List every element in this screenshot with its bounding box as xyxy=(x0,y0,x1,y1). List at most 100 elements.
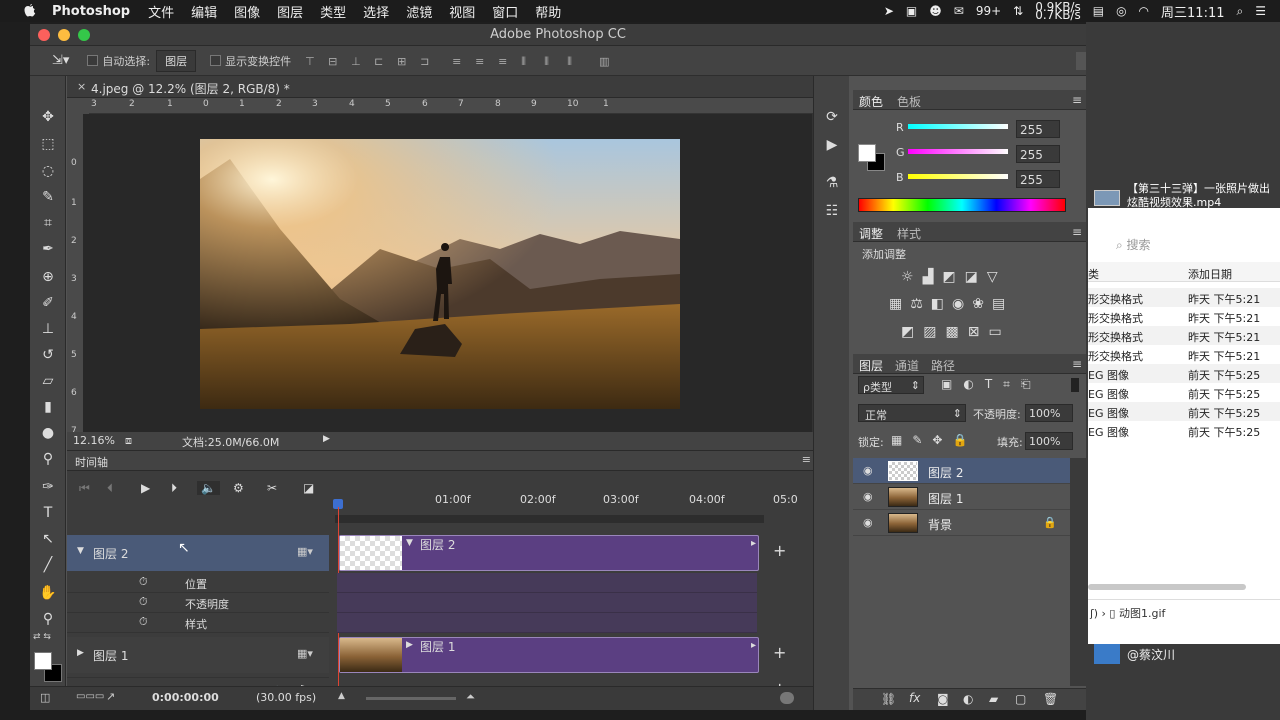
tab-color[interactable]: 颜色 xyxy=(859,93,883,110)
eye-icon[interactable]: ◉ xyxy=(863,516,876,529)
layer-name[interactable]: 背景 xyxy=(928,516,952,533)
transfer-icon[interactable]: ⇅ xyxy=(1013,4,1023,18)
opacity-field[interactable]: 100% xyxy=(1025,404,1073,422)
blur-tool-icon[interactable]: ● xyxy=(37,422,59,444)
filter-pixel-icon[interactable]: ▣ xyxy=(941,377,963,391)
lock-pixels-icon[interactable]: ✎ xyxy=(912,433,932,447)
properties-panel-icon[interactable]: ☷ xyxy=(821,200,843,222)
b-slider[interactable] xyxy=(908,174,1008,179)
history-brush-tool-icon[interactable]: ↺ xyxy=(37,344,59,366)
align-left-icon[interactable]: ⊏ xyxy=(374,55,388,68)
creative-cloud-icon[interactable]: ◎ xyxy=(1116,4,1126,18)
marquee-tool-icon[interactable]: ⬚ xyxy=(37,133,59,155)
location-icon[interactable]: ➤ xyxy=(884,4,894,18)
frame-animation-icon[interactable]: ◫ xyxy=(40,691,50,704)
finder-row[interactable]: EG 图像 前天 下午5:25 xyxy=(1088,421,1280,440)
distribute-hcenter-icon[interactable]: ⦀ xyxy=(544,55,558,68)
threshold-icon[interactable]: ▩ xyxy=(945,324,967,340)
distribute-vcenter-icon[interactable]: ≡ xyxy=(475,55,489,68)
track-header-layer1[interactable]: ▶ 图层 1 ▦▾ xyxy=(67,637,329,673)
filter-type-icon[interactable]: T xyxy=(985,377,1003,391)
menubar-app-name[interactable]: Photoshop xyxy=(52,4,130,19)
prop-track-bar[interactable] xyxy=(337,593,757,613)
vibrance-icon[interactable]: ▽ xyxy=(987,269,1007,285)
distribute-bottom-icon[interactable]: ≡ xyxy=(498,55,512,68)
apple-menu-icon[interactable] xyxy=(20,3,40,19)
wifi-icon[interactable]: ◠ xyxy=(1139,4,1149,18)
actions-panel-icon[interactable]: ▶ xyxy=(821,134,843,156)
curves-icon[interactable]: ◩ xyxy=(942,269,964,285)
playback-settings-icon[interactable]: ⚙ xyxy=(233,481,244,495)
tab-swatches[interactable]: 色板 xyxy=(897,93,921,110)
history-panel-icon[interactable]: ⟳ xyxy=(821,106,843,128)
clip-layer1[interactable]: ▶ 图层 1 ▸ xyxy=(339,637,759,673)
quick-select-tool-icon[interactable]: ✎ xyxy=(37,186,59,208)
channel-mixer-icon[interactable]: ❀ xyxy=(972,296,992,312)
play-button[interactable]: ▶ xyxy=(141,481,150,495)
go-to-first-frame-icon[interactable]: ⏮ xyxy=(79,481,90,496)
finder-row[interactable]: EG 图像 前天 下午5:25 xyxy=(1088,383,1280,402)
layer-name[interactable]: 图层 2 xyxy=(928,464,963,481)
menu-file[interactable]: 文件 xyxy=(148,2,174,21)
blend-mode-dropdown[interactable]: 正常 ⇕ xyxy=(858,404,966,422)
filter-toggle[interactable] xyxy=(1071,378,1079,392)
lasso-tool-icon[interactable]: ◌ xyxy=(37,160,59,182)
panel-menu-icon[interactable]: ≡ xyxy=(1072,357,1082,371)
layer-row-layer2[interactable]: ◉ 图层 2 xyxy=(853,458,1070,484)
color-fg-swatch[interactable] xyxy=(858,144,876,162)
horizontal-ruler[interactable]: 3 2 1 0 1 2 3 4 5 6 7 8 9 10 1 xyxy=(89,98,829,114)
film-strip-icon[interactable]: ▦▾ xyxy=(297,545,313,558)
document-size[interactable]: 文档:25.0M/66.0M xyxy=(182,434,279,450)
finder-row[interactable]: 形交换格式 昨天 下午5:21 xyxy=(1088,345,1280,364)
notification-count[interactable]: 99+ xyxy=(976,4,1001,18)
invert-icon[interactable]: ◩ xyxy=(901,324,923,340)
eraser-tool-icon[interactable]: ▱ xyxy=(37,370,59,392)
previous-frame-icon[interactable]: ⏴ xyxy=(107,481,113,496)
panel-menu-icon[interactable]: ≡ xyxy=(802,453,811,466)
tab-layers[interactable]: 图层 xyxy=(859,357,883,374)
fill-field[interactable]: 100% xyxy=(1025,432,1073,450)
split-at-playhead-icon[interactable]: ✂ xyxy=(267,481,277,495)
finder-row[interactable]: EG 图像 前天 下午5:25 xyxy=(1088,402,1280,421)
brush-presets-icon[interactable]: ⚗ xyxy=(821,172,843,194)
color-lookup-icon[interactable]: ▤ xyxy=(992,296,1013,312)
finder-row[interactable]: 形交换格式 昨天 下午5:21 xyxy=(1088,288,1280,307)
new-layer-icon[interactable]: ▢ xyxy=(1015,692,1026,706)
prop-track-bar[interactable] xyxy=(337,573,757,593)
menu-filter[interactable]: 滤镜 xyxy=(406,2,432,21)
film-strip-icon[interactable]: ▦▾ xyxy=(297,647,313,660)
stopwatch-icon[interactable]: ⏱ xyxy=(139,595,148,609)
zoom-window-button[interactable] xyxy=(78,29,90,41)
menu-select[interactable]: 选择 xyxy=(363,2,389,21)
lock-transparent-icon[interactable]: ▦ xyxy=(891,433,912,447)
align-vcenter-icon[interactable]: ⊟ xyxy=(328,55,342,68)
finder-row[interactable]: EG 图像 前天 下午5:25 xyxy=(1088,364,1280,383)
timeline-scroll-thumb[interactable] xyxy=(780,692,794,704)
desktop-file-icon[interactable] xyxy=(1094,190,1120,206)
new-group-icon[interactable]: ▰ xyxy=(989,692,998,706)
selective-color-icon[interactable]: ⊠ xyxy=(968,324,989,340)
track-name-layer1[interactable]: 图层 1 xyxy=(93,647,128,664)
lock-all-icon[interactable]: 🔒 xyxy=(952,433,977,447)
spotlight-search-icon[interactable]: ⌕ xyxy=(1237,4,1244,19)
layer-row-layer1[interactable]: ◉ 图层 1 xyxy=(853,484,1070,510)
black-white-icon[interactable]: ◧ xyxy=(931,296,952,312)
clip-menu-icon[interactable]: ▸ xyxy=(751,538,756,549)
expand-arrow-icon[interactable]: ▶ xyxy=(77,648,84,658)
add-media-layer1-button[interactable]: + xyxy=(773,643,786,662)
next-frame-icon[interactable]: ⏵ xyxy=(171,481,177,496)
eyedropper-tool-icon[interactable]: ✒ xyxy=(37,238,59,260)
healing-brush-tool-icon[interactable]: ⊕ xyxy=(37,266,59,288)
zoom-out-icon[interactable]: ▲ xyxy=(338,691,345,701)
filter-smart-icon[interactable]: ⎗ xyxy=(1021,377,1042,391)
clone-stamp-tool-icon[interactable]: ⊥ xyxy=(37,318,59,340)
layer-name[interactable]: 图层 1 xyxy=(928,490,963,507)
move-tool-icon[interactable]: ✥ xyxy=(37,106,59,128)
document-tab[interactable]: × 4.jpeg @ 12.2% (图层 2, RGB/8) * xyxy=(67,76,829,98)
distribute-top-icon[interactable]: ≡ xyxy=(452,55,466,68)
close-doc-icon[interactable]: × xyxy=(77,80,86,93)
ruler-origin[interactable] xyxy=(67,98,89,114)
track-name-layer2[interactable]: 图层 2 xyxy=(93,545,128,562)
tab-channels[interactable]: 通道 xyxy=(895,357,919,374)
r-slider[interactable] xyxy=(908,124,1008,129)
